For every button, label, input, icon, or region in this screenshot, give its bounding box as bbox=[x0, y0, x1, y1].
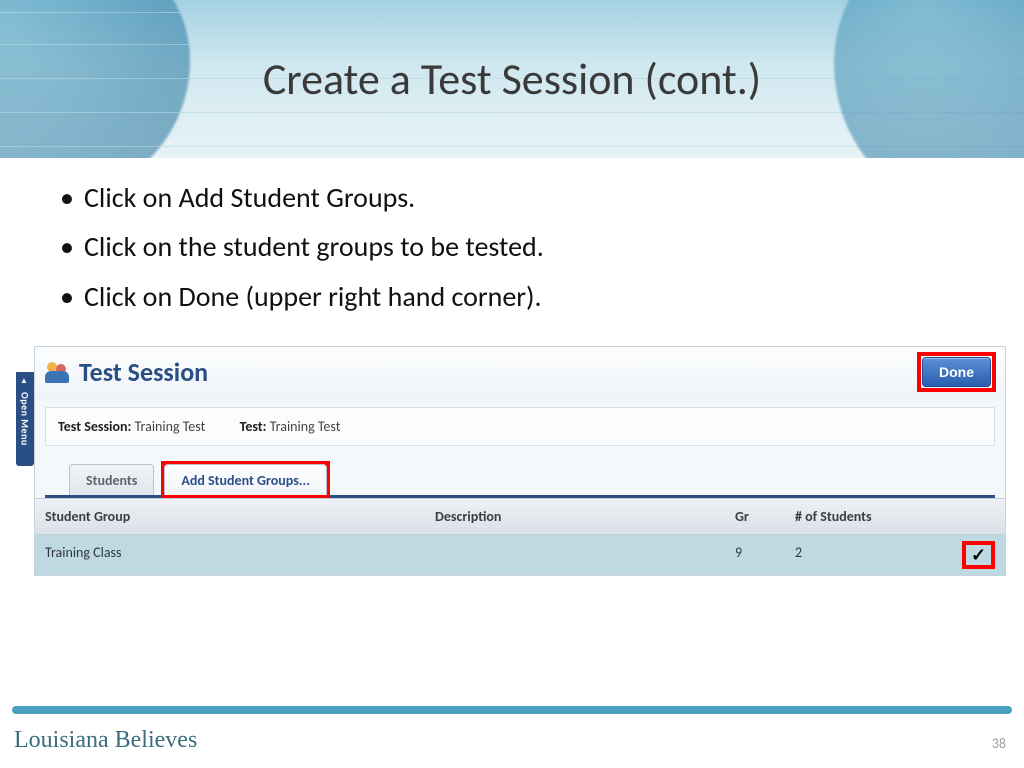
col-num-students: # of Students bbox=[785, 499, 955, 534]
done-button[interactable]: Done bbox=[922, 357, 991, 387]
tabs-row: Students Add Student Groups... bbox=[69, 464, 995, 495]
test-label: Test: bbox=[240, 418, 267, 435]
open-menu-tab[interactable]: Open Menu bbox=[16, 372, 34, 466]
cell-group: Training Class bbox=[35, 535, 425, 575]
cell-count: 2 bbox=[785, 535, 955, 575]
bullet-item: Click on Done (upper right hand corner). bbox=[60, 275, 982, 318]
bullet-list: Click on Add Student Groups. Click on th… bbox=[0, 158, 1024, 332]
panel-title: Test Session bbox=[79, 356, 208, 388]
check-icon: ✓ bbox=[965, 544, 992, 566]
highlight-add-groups: Add Student Groups... bbox=[164, 464, 327, 495]
page-number: 38 bbox=[992, 735, 1006, 752]
cell-desc bbox=[425, 535, 725, 575]
col-student-group: Student Group bbox=[35, 499, 425, 534]
slide-header: Create a Test Session (cont.) bbox=[0, 0, 1024, 158]
footer-brand: Louisiana Believes bbox=[14, 727, 197, 754]
bullet-item: Click on the student groups to be tested… bbox=[60, 225, 982, 268]
test-value: Training Test bbox=[270, 418, 341, 435]
session-label: Test Session: bbox=[58, 418, 131, 435]
col-description: Description bbox=[425, 499, 725, 534]
session-value: Training Test bbox=[135, 418, 206, 435]
col-grade: Gr bbox=[725, 499, 785, 534]
footer-rule bbox=[12, 706, 1012, 714]
tab-students[interactable]: Students bbox=[69, 464, 154, 495]
table-row[interactable]: Training Class 9 2 ✓ bbox=[35, 535, 1005, 575]
cell-grade: 9 bbox=[725, 535, 785, 575]
highlight-done: Done bbox=[920, 355, 993, 389]
bullet-item: Click on Add Student Groups. bbox=[60, 176, 982, 219]
highlight-check: ✓ bbox=[965, 548, 992, 565]
slide-title: Create a Test Session (cont.) bbox=[0, 0, 1024, 158]
session-info-bar: Test Session: Training Test Test: Traini… bbox=[45, 407, 995, 446]
app-screenshot: Open Menu Test Session Done Test Session… bbox=[18, 346, 1006, 576]
people-icon bbox=[45, 361, 71, 383]
tab-add-student-groups[interactable]: Add Student Groups... bbox=[164, 464, 327, 495]
cell-select[interactable]: ✓ bbox=[955, 535, 1005, 575]
table-header: Student Group Description Gr # of Studen… bbox=[35, 498, 1005, 535]
col-select bbox=[955, 499, 1005, 534]
